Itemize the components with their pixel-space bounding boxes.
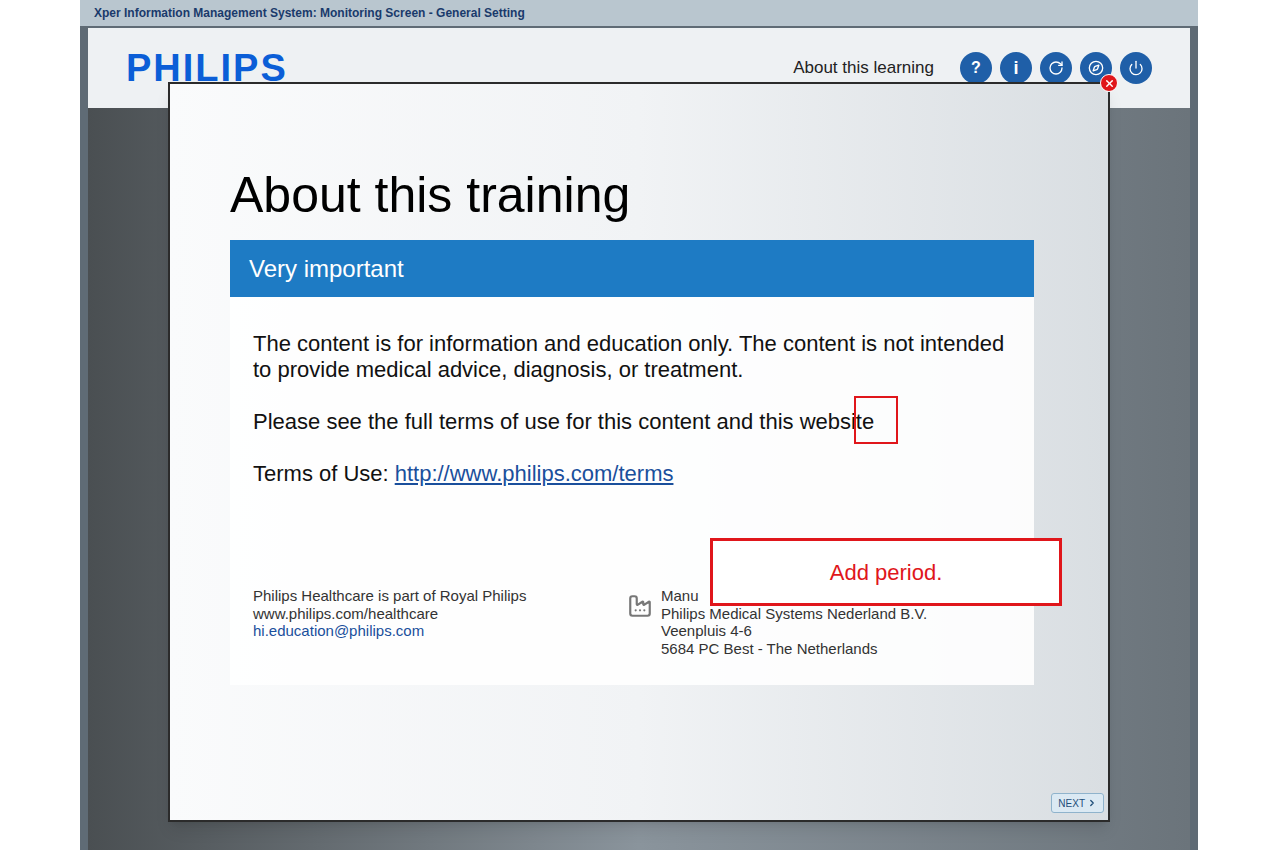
- about-link[interactable]: About this learning: [793, 55, 934, 81]
- refresh-button[interactable]: [1040, 52, 1072, 84]
- compass-icon: [1088, 60, 1104, 76]
- manufacturer-line: Philips Medical Systems Nederland B.V.: [661, 605, 927, 623]
- power-button[interactable]: [1120, 52, 1152, 84]
- email-link[interactable]: hi.education@philips.com: [253, 622, 627, 640]
- refresh-icon: [1048, 60, 1064, 76]
- dialog-heading: About this training: [230, 168, 1108, 222]
- info-button[interactable]: i: [1000, 52, 1032, 84]
- footer-line: www.philips.com/healthcare: [253, 605, 627, 623]
- chevron-right-icon: [1087, 798, 1097, 808]
- annotation-box: Add period.: [710, 538, 1062, 606]
- footer-line: Philips Healthcare is part of Royal Phil…: [253, 587, 627, 605]
- notice-paragraph: Please see the full terms of use for thi…: [253, 409, 1011, 435]
- close-icon: [1104, 78, 1115, 89]
- help-button[interactable]: ?: [960, 52, 992, 84]
- close-button[interactable]: [1100, 74, 1118, 92]
- info-panel: Very important The content is for informa…: [230, 240, 1034, 685]
- banner: Very important: [230, 240, 1034, 297]
- manufacturer-line: 5684 PC Best - The Netherlands: [661, 640, 927, 658]
- page: Xper Information Management System: Moni…: [0, 0, 1280, 850]
- manufacturer-line: Veenpluis 4-6: [661, 622, 927, 640]
- app-window: Xper Information Management System: Moni…: [80, 0, 1198, 850]
- terms-line: Terms of Use:http://www.philips.com/term…: [253, 461, 1011, 487]
- annotation-marker: [854, 396, 898, 444]
- factory-icon: [627, 593, 653, 619]
- next-button[interactable]: NEXT: [1051, 793, 1104, 813]
- about-dialog: About this training Very important The con…: [168, 82, 1110, 822]
- notice-paragraph: The content is for information and educa…: [253, 331, 1011, 383]
- title-bar: Xper Information Management System: Moni…: [80, 0, 1198, 26]
- power-icon: [1128, 60, 1144, 76]
- terms-link[interactable]: http://www.philips.com/terms: [395, 461, 674, 487]
